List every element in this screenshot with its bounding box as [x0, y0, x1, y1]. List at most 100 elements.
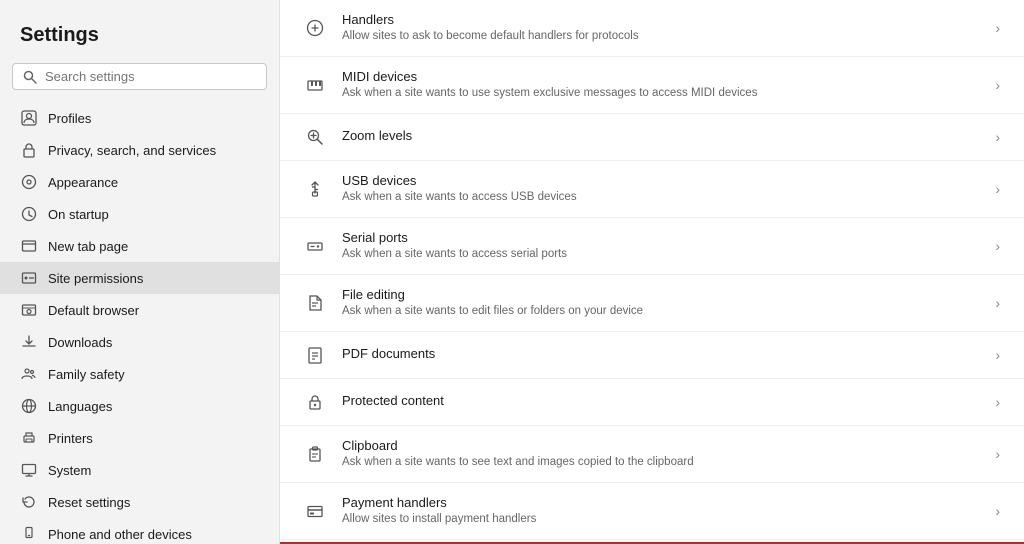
sidebar-item-privacy[interactable]: Privacy, search, and services [0, 134, 279, 166]
settings-item-midi[interactable]: MIDI devices Ask when a site wants to us… [280, 57, 1024, 114]
default-browser-icon [20, 301, 38, 319]
site-permissions-icon [20, 269, 38, 287]
chevron-right-icon: › [995, 394, 1000, 410]
item-desc: Ask when a site wants to edit files or f… [342, 304, 979, 319]
chevron-right-icon: › [995, 129, 1000, 145]
chevron-right-icon: › [995, 181, 1000, 197]
sidebar-item-languages[interactable]: Languages [0, 390, 279, 422]
chevron-right-icon: › [995, 503, 1000, 519]
item-content: Handlers Allow sites to ask to become de… [342, 12, 979, 44]
file-editing-icon [304, 292, 326, 314]
sidebar-item-site-permissions[interactable]: Site permissions [0, 262, 279, 294]
clipboard-icon [304, 443, 326, 465]
item-desc: Ask when a site wants to access serial p… [342, 247, 979, 262]
sidebar-item-printers[interactable]: Printers [0, 422, 279, 454]
chevron-right-icon: › [995, 20, 1000, 36]
settings-item-serial[interactable]: Serial ports Ask when a site wants to ac… [280, 218, 1024, 275]
item-content: Protected content [342, 393, 979, 410]
item-content: MIDI devices Ask when a site wants to us… [342, 69, 979, 101]
sidebar-item-label: Privacy, search, and services [48, 143, 216, 158]
phone-icon [20, 525, 38, 543]
sidebar-item-system[interactable]: System [0, 454, 279, 486]
serial-icon [304, 235, 326, 257]
item-title: Protected content [342, 393, 979, 408]
sidebar-item-label: Family safety [48, 367, 125, 382]
sidebar-nav: Profiles Privacy, search, and services A… [0, 102, 279, 544]
item-content: File editing Ask when a site wants to ed… [342, 287, 979, 319]
item-desc: Ask when a site wants to see text and im… [342, 455, 979, 470]
item-title: Zoom levels [342, 128, 979, 143]
chevron-right-icon: › [995, 347, 1000, 363]
sidebar-item-label: Appearance [48, 175, 118, 190]
newtab-icon [20, 237, 38, 255]
settings-item-pdf[interactable]: PDF documents › [280, 332, 1024, 379]
sidebar-item-default-browser[interactable]: Default browser [0, 294, 279, 326]
settings-item-file-editing[interactable]: File editing Ask when a site wants to ed… [280, 275, 1024, 332]
system-icon [20, 461, 38, 479]
handlers-icon [304, 17, 326, 39]
sidebar-item-profiles[interactable]: Profiles [0, 102, 279, 134]
sidebar-item-label: New tab page [48, 239, 128, 254]
item-content: Payment handlers Allow sites to install … [342, 495, 979, 527]
sidebar: Settings Profiles [0, 0, 280, 544]
chevron-right-icon: › [995, 446, 1000, 462]
sidebar-item-reset[interactable]: Reset settings [0, 486, 279, 518]
item-desc: Ask when a site wants to access USB devi… [342, 190, 979, 205]
languages-icon [20, 397, 38, 415]
appearance-icon [20, 173, 38, 191]
item-content: Serial ports Ask when a site wants to ac… [342, 230, 979, 262]
pdf-icon [304, 344, 326, 366]
midi-icon [304, 74, 326, 96]
main-content: Handlers Allow sites to ask to become de… [280, 0, 1024, 544]
reset-icon [20, 493, 38, 511]
startup-icon [20, 205, 38, 223]
settings-item-protected-content[interactable]: Protected content › [280, 379, 1024, 426]
item-content: PDF documents [342, 346, 979, 363]
item-title: USB devices [342, 173, 979, 188]
item-desc: Allow sites to install payment handlers [342, 512, 979, 527]
chevron-right-icon: › [995, 295, 1000, 311]
settings-list: Handlers Allow sites to ask to become de… [280, 0, 1024, 544]
item-title: PDF documents [342, 346, 979, 361]
search-box[interactable] [12, 63, 267, 90]
item-title: Serial ports [342, 230, 979, 245]
zoom-icon [304, 126, 326, 148]
sidebar-item-phone[interactable]: Phone and other devices [0, 518, 279, 544]
search-input[interactable] [45, 69, 256, 84]
item-desc: Allow sites to ask to become default han… [342, 29, 979, 44]
item-title: Handlers [342, 12, 979, 27]
downloads-icon [20, 333, 38, 351]
family-safety-icon [20, 365, 38, 383]
settings-item-clipboard[interactable]: Clipboard Ask when a site wants to see t… [280, 426, 1024, 483]
sidebar-item-label: Profiles [48, 111, 91, 126]
sidebar-item-label: Site permissions [48, 271, 143, 286]
printers-icon [20, 429, 38, 447]
item-content: Clipboard Ask when a site wants to see t… [342, 438, 979, 470]
item-content: Zoom levels [342, 128, 979, 145]
item-desc: Ask when a site wants to use system excl… [342, 86, 979, 101]
chevron-right-icon: › [995, 77, 1000, 93]
sidebar-item-label: Languages [48, 399, 112, 414]
settings-item-zoom[interactable]: Zoom levels › [280, 114, 1024, 161]
item-title: MIDI devices [342, 69, 979, 84]
sidebar-item-newtab[interactable]: New tab page [0, 230, 279, 262]
settings-item-usb[interactable]: USB devices Ask when a site wants to acc… [280, 161, 1024, 218]
sidebar-item-downloads[interactable]: Downloads [0, 326, 279, 358]
sidebar-item-label: Reset settings [48, 495, 130, 510]
usb-icon [304, 178, 326, 200]
payment-icon [304, 500, 326, 522]
sidebar-item-label: On startup [48, 207, 109, 222]
settings-item-payment-handlers[interactable]: Payment handlers Allow sites to install … [280, 483, 1024, 540]
sidebar-item-label: Printers [48, 431, 93, 446]
profiles-icon [20, 109, 38, 127]
chevron-right-icon: › [995, 238, 1000, 254]
sidebar-item-appearance[interactable]: Appearance [0, 166, 279, 198]
sidebar-item-startup[interactable]: On startup [0, 198, 279, 230]
item-content: USB devices Ask when a site wants to acc… [342, 173, 979, 205]
sidebar-item-label: Downloads [48, 335, 112, 350]
privacy-icon [20, 141, 38, 159]
settings-item-handlers[interactable]: Handlers Allow sites to ask to become de… [280, 0, 1024, 57]
settings-title: Settings [0, 16, 279, 63]
sidebar-item-family-safety[interactable]: Family safety [0, 358, 279, 390]
item-title: Payment handlers [342, 495, 979, 510]
